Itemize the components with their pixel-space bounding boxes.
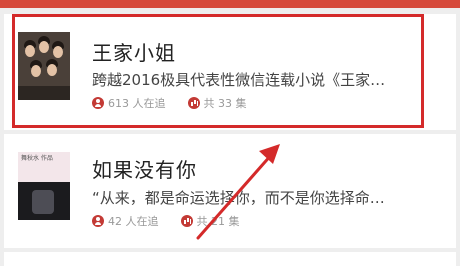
followers-count: 613 人在追 [108,97,166,110]
book-cover[interactable]: 舞秋水 作品 [18,152,70,220]
book-description: “从来，都是命运选择你，而不是你选择命… [92,189,385,207]
episodes-count: 共 21 集 [196,215,240,228]
episodes-count: 共 33 集 [203,97,247,110]
book-meta: 42 人在追 共 21 集 [92,214,240,228]
app-top-bar [0,0,460,8]
episodes-icon [180,215,193,227]
book-description: 跨越2016极具代表性微信连载小说《王家… [92,71,386,89]
followers-icon [92,215,104,227]
next-card-edge [4,252,456,266]
book-title[interactable]: 如果没有你 [92,154,197,183]
book-title[interactable]: 王家小姐 [92,37,176,66]
cover-author-text: 舞秋水 作品 [21,155,53,162]
followers-count: 42 人在追 [108,215,159,228]
book-meta: 613 人在追 共 33 集 [92,96,247,110]
book-cover[interactable] [18,32,70,100]
followers-icon [92,97,104,109]
episodes-icon [187,97,200,109]
